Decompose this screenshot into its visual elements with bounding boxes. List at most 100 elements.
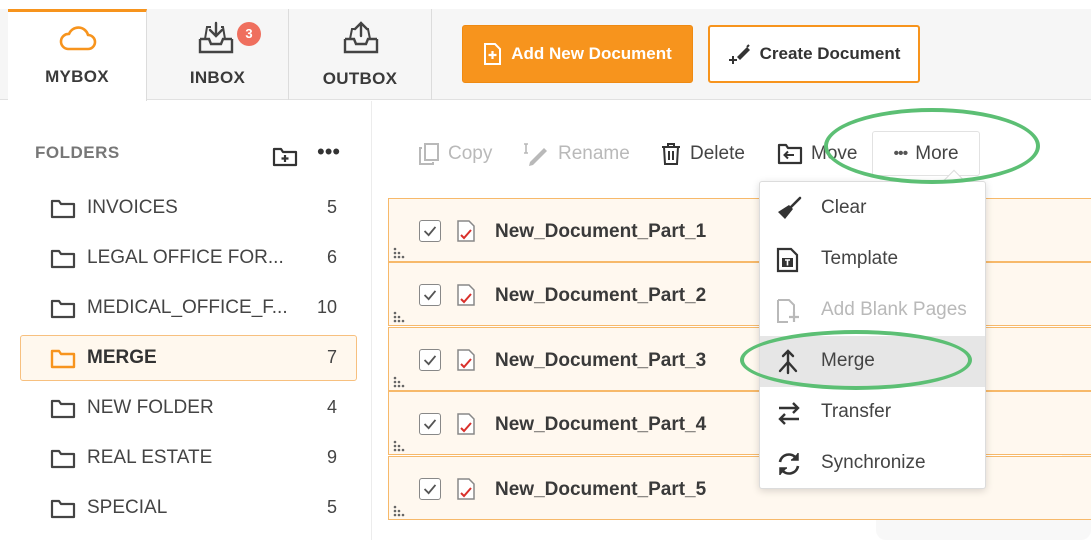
folder-item-legal-office[interactable]: LEGAL OFFICE FOR... 6 xyxy=(20,235,357,281)
tab-mybox[interactable]: MYBOX xyxy=(8,9,147,101)
menu-label: Template xyxy=(821,248,899,269)
document-file-icon xyxy=(457,349,475,371)
folder-icon xyxy=(50,399,76,419)
folders-title: FOLDERS xyxy=(35,143,120,162)
folder-item-merge[interactable]: MERGE 7 xyxy=(20,335,357,381)
folder-item-new-folder[interactable]: NEW FOLDER 4 xyxy=(20,385,357,431)
more-dots-icon: ••• xyxy=(893,144,908,162)
folder-icon xyxy=(50,199,76,219)
folder-item-invoices[interactable]: INVOICES 5 xyxy=(20,185,357,231)
move-button[interactable]: Move xyxy=(777,142,857,166)
menu-item-merge[interactable]: Merge xyxy=(760,336,985,387)
create-document-button[interactable]: Create Document xyxy=(708,25,920,83)
template-icon xyxy=(776,247,799,273)
row-checkbox[interactable] xyxy=(419,478,441,500)
row-checkbox[interactable] xyxy=(419,413,441,435)
document-name[interactable]: New_Document_Part_5 xyxy=(495,479,706,501)
folder-item-special[interactable]: SPECIAL 5 xyxy=(20,485,357,531)
folder-icon xyxy=(50,499,76,519)
document-name[interactable]: New_Document_Part_3 xyxy=(495,350,706,372)
menu-label: Merge xyxy=(821,350,875,371)
row-checkbox[interactable] xyxy=(419,284,441,306)
rename-button[interactable]: Rename xyxy=(522,142,630,166)
cloud-icon xyxy=(59,26,97,51)
drag-handle-icon[interactable] xyxy=(393,440,407,452)
tab-outbox-label: OUTBOX xyxy=(322,69,398,88)
more-dropdown-menu: Clear Template Add Blank Pages Merge Tra… xyxy=(759,181,986,489)
drag-handle-icon[interactable] xyxy=(393,311,407,323)
add-new-document-button[interactable]: Add New Document xyxy=(462,25,693,83)
pen-plus-icon xyxy=(728,44,750,64)
tab-outbox[interactable]: OUTBOX xyxy=(289,9,432,100)
menu-label: Add Blank Pages xyxy=(821,299,967,320)
trash-icon xyxy=(662,143,680,165)
folder-item-real-estate[interactable]: REAL ESTATE 9 xyxy=(20,435,357,481)
drag-handle-icon[interactable] xyxy=(393,247,407,259)
folder-name: INVOICES xyxy=(87,197,178,218)
folder-name: SPECIAL xyxy=(87,497,168,518)
top-strip xyxy=(0,0,1091,9)
add-folder-icon[interactable] xyxy=(272,145,298,167)
folder-icon xyxy=(50,299,76,319)
folder-name: REAL ESTATE xyxy=(87,447,213,468)
folder-icon xyxy=(50,249,76,269)
move-folder-icon xyxy=(777,143,803,165)
document-name[interactable]: New_Document_Part_4 xyxy=(495,414,706,436)
menu-item-add-blank-pages[interactable]: Add Blank Pages xyxy=(760,285,985,336)
folder-item-medical-office[interactable]: MEDICAL_OFFICE_F... 10 xyxy=(20,285,357,331)
delete-button[interactable]: Delete xyxy=(660,142,745,166)
document-file-icon xyxy=(457,413,475,435)
create-document-label: Create Document xyxy=(759,44,901,63)
drag-handle-icon[interactable] xyxy=(393,505,407,517)
document-file-icon xyxy=(457,220,475,242)
folder-count: 10 xyxy=(316,297,337,317)
menu-label: Synchronize xyxy=(821,452,926,473)
inbox-count-badge: 3 xyxy=(237,22,261,46)
rename-label: Rename xyxy=(558,143,630,164)
move-label: Move xyxy=(811,143,858,164)
folders-sidebar: FOLDERS ••• INVOICES 5 LEGAL OFFICE FOR.… xyxy=(0,101,372,540)
copy-button[interactable]: Copy xyxy=(418,142,492,166)
sync-icon xyxy=(778,453,800,475)
rename-pen-icon xyxy=(524,143,547,166)
tab-inbox-label: INBOX xyxy=(189,68,246,87)
outbox-upload-icon xyxy=(343,21,379,54)
add-new-document-label: Add New Document xyxy=(511,44,672,63)
folder-name: MEDICAL_OFFICE_F... xyxy=(87,297,288,318)
merge-icon xyxy=(778,349,798,375)
document-name[interactable]: New_Document_Part_2 xyxy=(495,285,706,307)
folder-name: LEGAL OFFICE FOR... xyxy=(87,247,284,268)
menu-label: Transfer xyxy=(821,401,892,422)
row-checkbox[interactable] xyxy=(419,349,441,371)
menu-item-template[interactable]: Template xyxy=(760,234,985,285)
folder-count: 5 xyxy=(326,197,337,217)
transfer-arrows-icon xyxy=(778,402,800,425)
delete-label: Delete xyxy=(690,143,745,164)
folder-count: 9 xyxy=(326,447,337,467)
folder-icon xyxy=(50,449,76,469)
drag-handle-icon[interactable] xyxy=(393,376,407,388)
folder-count: 4 xyxy=(326,397,337,417)
tab-mybox-label: MYBOX xyxy=(45,67,109,86)
row-checkbox[interactable] xyxy=(419,220,441,242)
inbox-download-icon xyxy=(198,21,234,54)
tab-inbox[interactable]: INBOX xyxy=(147,9,289,100)
folder-count: 5 xyxy=(326,497,337,517)
menu-item-transfer[interactable]: Transfer xyxy=(760,387,985,438)
menu-item-synchronize[interactable]: Synchronize xyxy=(760,438,985,489)
broom-icon xyxy=(778,196,802,219)
menu-label: Clear xyxy=(821,197,867,218)
document-name[interactable]: New_Document_Part_1 xyxy=(495,221,706,243)
folder-name: NEW FOLDER xyxy=(87,397,214,418)
more-button[interactable]: ••• More xyxy=(872,131,980,176)
folder-count: 7 xyxy=(326,347,337,367)
folder-count: 6 xyxy=(326,247,337,267)
add-page-icon xyxy=(777,299,799,323)
more-label: More xyxy=(915,142,959,164)
copy-icon xyxy=(419,143,439,165)
menu-item-clear[interactable]: Clear xyxy=(760,183,985,234)
add-document-icon xyxy=(484,43,502,65)
folder-more-icon[interactable]: ••• xyxy=(317,141,340,163)
folder-name: MERGE xyxy=(87,347,157,368)
copy-label: Copy xyxy=(448,143,493,164)
